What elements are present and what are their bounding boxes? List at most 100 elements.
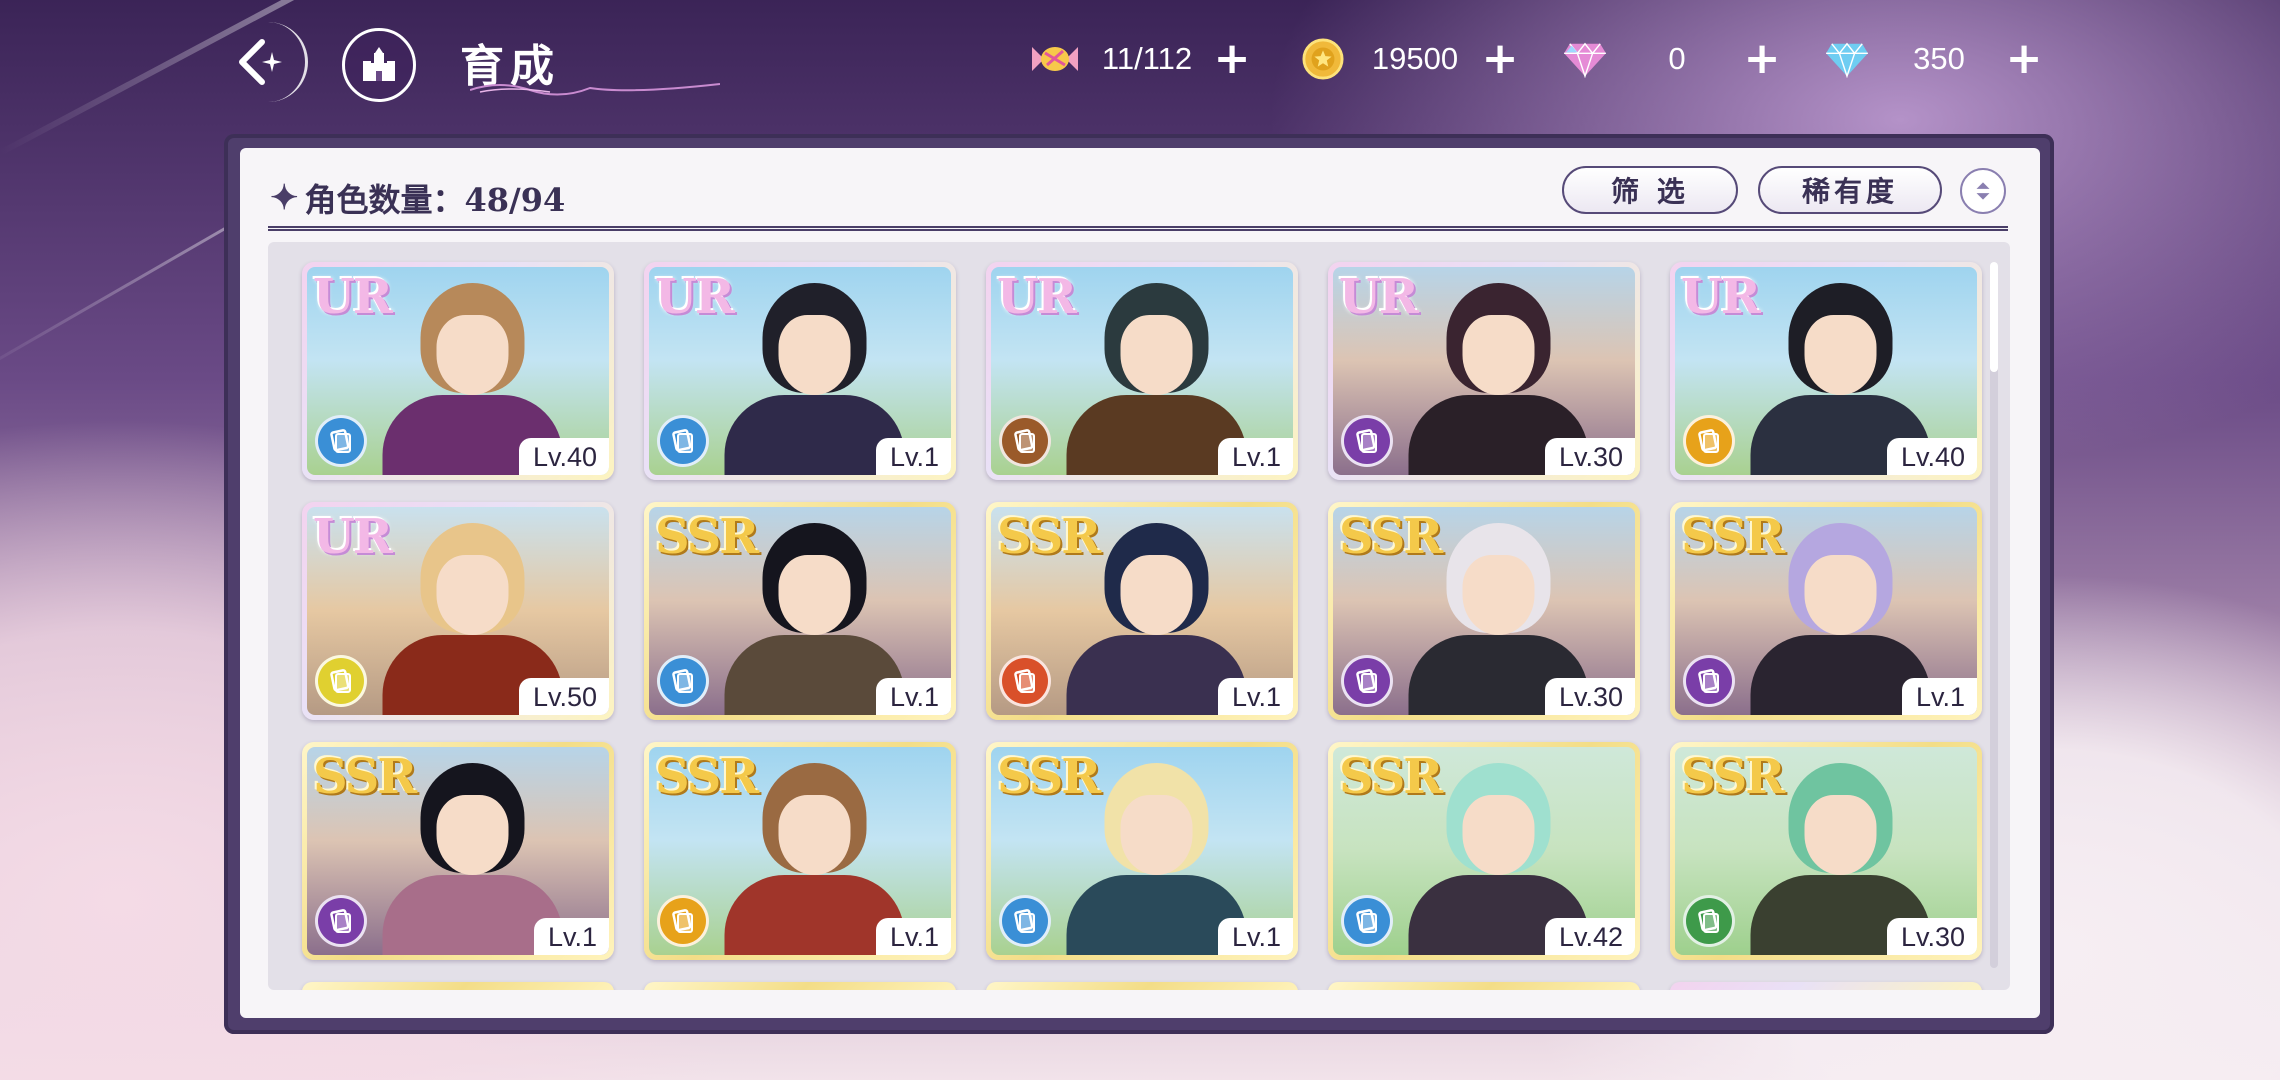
level-label: Lv.40: [518, 438, 609, 475]
rarity-badge: UR: [313, 509, 393, 565]
character-card[interactable]: [1670, 982, 1982, 990]
level-label: Lv.42: [1544, 918, 1635, 955]
rarity-badge: SSR: [1339, 509, 1443, 565]
back-arrow-icon: [239, 39, 282, 85]
add-candy-button[interactable]: +: [1212, 37, 1252, 81]
character-card[interactable]: SSR Lv.1: [644, 502, 956, 720]
character-card[interactable]: SSR Lv.30: [1670, 742, 1982, 960]
card-type-icon: [999, 655, 1051, 707]
grid-scrollbar[interactable]: [1990, 262, 1998, 968]
card-type-icon: [1341, 895, 1393, 947]
rarity-badge: SSR: [313, 749, 417, 805]
add-pink-gem-button[interactable]: +: [1742, 37, 1782, 81]
character-portrait: UR Lv.40: [1675, 267, 1977, 475]
rarity-badge: UR: [655, 269, 735, 325]
home-button[interactable]: [342, 28, 416, 102]
character-card[interactable]: SSR Lv.42: [1328, 742, 1640, 960]
level-label: Lv.1: [875, 918, 951, 955]
character-portrait: UR Lv.1: [649, 267, 951, 475]
castle-icon: [363, 47, 395, 81]
rarity-badge: UR: [1339, 269, 1419, 325]
top-bar: 育成 11/112 + 19500 + 0 + 350 +: [0, 0, 2280, 130]
level-label: Lv.1: [875, 438, 951, 475]
character-card[interactable]: UR Lv.50: [302, 502, 614, 720]
gold-resource: 19500 +: [1296, 30, 1520, 88]
add-blue-gem-button[interactable]: +: [2004, 37, 2044, 81]
character-card[interactable]: SSR Lv.1: [644, 742, 956, 960]
character-portrait: SSR Lv.1: [307, 747, 609, 955]
character-card[interactable]: UR Lv.40: [302, 262, 614, 480]
rarity-sort-button[interactable]: 稀有度: [1758, 166, 1942, 214]
back-button[interactable]: [215, 22, 308, 102]
character-card[interactable]: SSR Lv.1: [986, 742, 1298, 960]
character-count-text: 角色数量：48/94: [304, 181, 566, 219]
rarity-badge: UR: [1681, 269, 1761, 325]
character-portrait: UR Lv.50: [307, 507, 609, 715]
character-portrait: SSR Lv.1: [649, 507, 951, 715]
level-label: Lv.30: [1886, 918, 1977, 955]
character-portrait: SSR Lv.30: [1675, 747, 1977, 955]
rarity-badge: UR: [997, 269, 1077, 325]
character-card[interactable]: [644, 982, 956, 990]
rarity-badge: SSR: [997, 749, 1101, 805]
card-type-icon: [657, 415, 709, 467]
header-divider: [268, 226, 2008, 231]
character-portrait: UR Lv.1: [991, 267, 1293, 475]
character-card[interactable]: [986, 982, 1298, 990]
level-label: Lv.30: [1544, 438, 1635, 475]
rarity-badge: SSR: [655, 509, 759, 565]
pink-gem-resource: 0 +: [1558, 30, 1782, 88]
card-type-icon: [1683, 415, 1735, 467]
candy-icon: [1028, 32, 1082, 86]
blue-gem-icon: [1820, 32, 1874, 86]
add-gold-button[interactable]: +: [1480, 37, 1520, 81]
character-grid: UR Lv.40 UR Lv.1 UR Lv.1 UR Lv.30 UR Lv.40 UR Lv.50…: [268, 242, 2010, 990]
character-card[interactable]: SSR Lv.1: [302, 742, 614, 960]
sort-toggle-icon: [1976, 182, 1990, 200]
character-card[interactable]: SSR Lv.1: [1670, 502, 1982, 720]
card-type-icon: [1341, 655, 1393, 707]
character-card[interactable]: SSR Lv.1: [986, 502, 1298, 720]
character-portrait: SSR Lv.1: [991, 507, 1293, 715]
scrollbar-thumb[interactable]: [1990, 262, 1998, 372]
rarity-badge: SSR: [1339, 749, 1443, 805]
candy-count: 11/112: [1101, 41, 1193, 76]
rarity-badge: SSR: [997, 509, 1101, 565]
blue-gem-count: 350: [1913, 41, 1965, 76]
character-portrait: SSR Lv.1: [649, 747, 951, 955]
character-card[interactable]: UR Lv.1: [644, 262, 956, 480]
filter-button[interactable]: 筛 选: [1562, 166, 1738, 214]
rarity-badge: SSR: [1681, 749, 1785, 805]
card-type-icon: [315, 655, 367, 707]
character-portrait: SSR Lv.1: [1675, 507, 1977, 715]
level-label: Lv.1: [875, 678, 951, 715]
gold-coin-icon: [1296, 32, 1350, 86]
pink-gem-icon: [1558, 32, 1612, 86]
sort-order-button[interactable]: [1960, 168, 2006, 214]
character-card[interactable]: [1328, 982, 1640, 990]
character-card[interactable]: UR Lv.1: [986, 262, 1298, 480]
rarity-badge: SSR: [1681, 509, 1785, 565]
character-portrait: SSR Lv.1: [991, 747, 1293, 955]
level-label: Lv.1: [1217, 918, 1293, 955]
character-portrait: UR Lv.30: [1333, 267, 1635, 475]
pink-gem-count: 0: [1668, 41, 1686, 76]
character-card[interactable]: UR Lv.30: [1328, 262, 1640, 480]
level-label: Lv.50: [518, 678, 609, 715]
level-label: Lv.1: [1217, 438, 1293, 475]
rarity-badge: SSR: [655, 749, 759, 805]
card-type-icon: [657, 655, 709, 707]
character-card[interactable]: [302, 982, 614, 990]
level-label: Lv.30: [1544, 678, 1635, 715]
level-label: Lv.40: [1886, 438, 1977, 475]
title-underline-decoration: [470, 83, 720, 96]
card-type-icon: [657, 895, 709, 947]
character-card[interactable]: UR Lv.40: [1670, 262, 1982, 480]
card-type-icon: [999, 895, 1051, 947]
character-card[interactable]: SSR Lv.30: [1328, 502, 1640, 720]
sparkle-icon: ✦: [270, 178, 299, 218]
card-type-icon: [315, 415, 367, 467]
blue-gem-resource: 350 +: [1820, 30, 2044, 88]
rarity-badge: UR: [313, 269, 393, 325]
card-type-icon: [1683, 655, 1735, 707]
